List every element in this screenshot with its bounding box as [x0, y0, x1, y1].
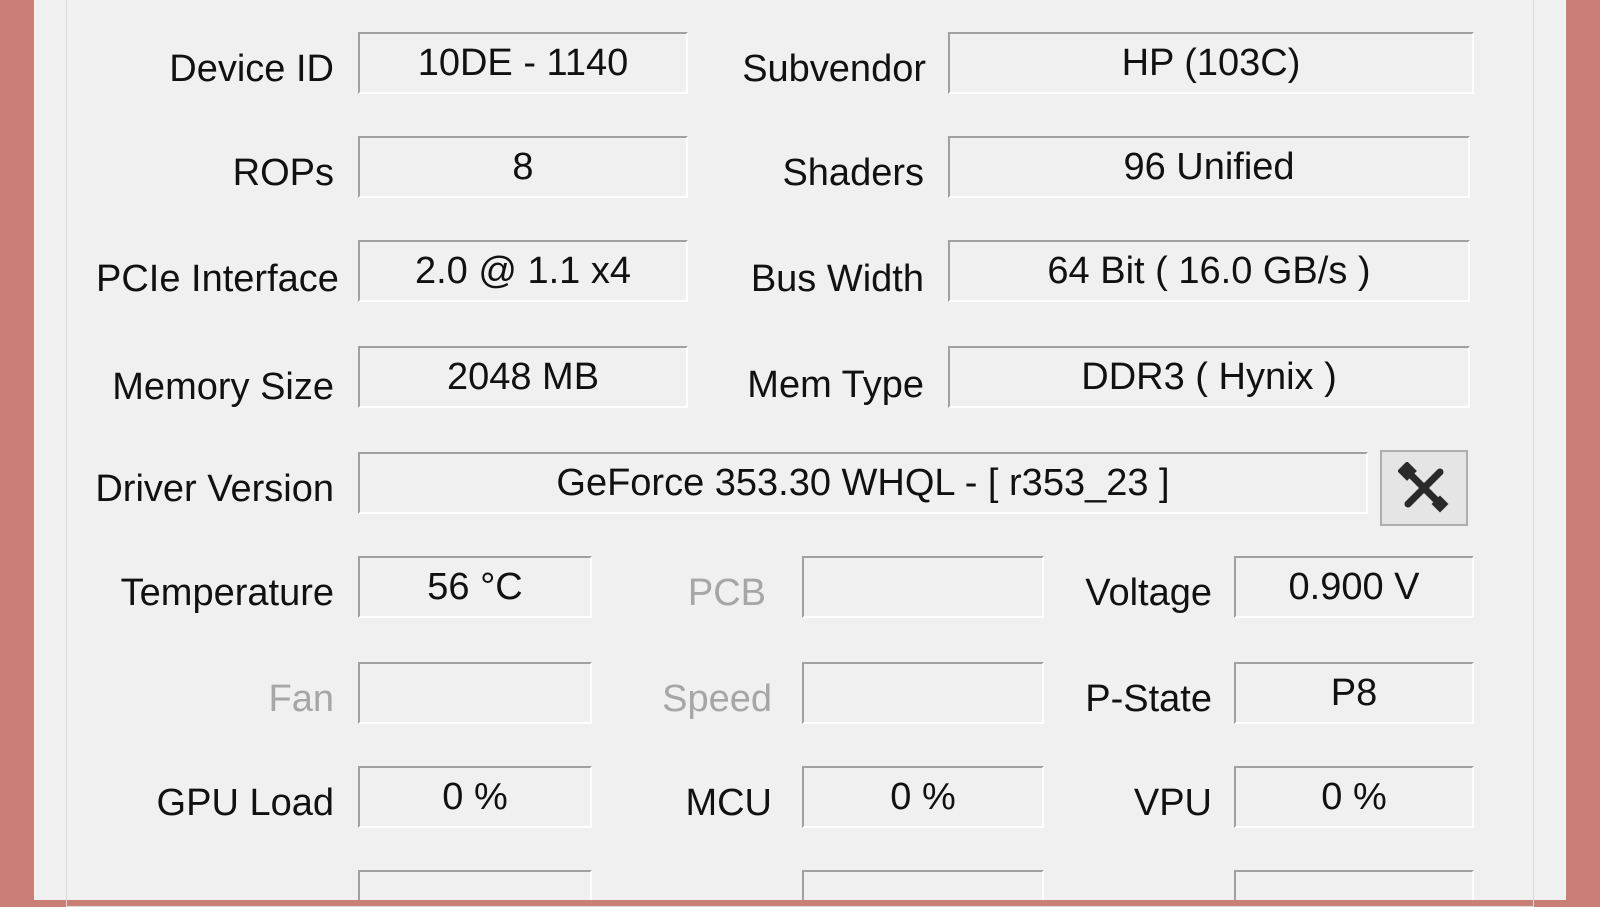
mcu-field[interactable]: 0 % — [802, 766, 1044, 828]
row9-field-left[interactable] — [358, 870, 592, 900]
driver-version-label: Driver Version — [95, 468, 334, 510]
fan-label: Fan — [268, 678, 334, 720]
wrench-screwdriver-icon — [1398, 462, 1449, 513]
subvendor-field[interactable]: HP (103C) — [948, 32, 1474, 94]
memory-size-field[interactable]: 2048 MB — [358, 346, 688, 408]
speed-field[interactable] — [802, 662, 1044, 724]
device-id-field[interactable]: 10DE - 1140 — [358, 32, 688, 94]
gpu-load-label: GPU Load — [156, 782, 334, 824]
pcie-interface-field[interactable]: 2.0 @ 1.1 x4 — [358, 240, 688, 302]
mem-type-label: Mem Type — [747, 364, 924, 406]
mem-type-field[interactable]: DDR3 ( Hynix ) — [948, 346, 1470, 408]
driver-version-field[interactable]: GeForce 353.30 WHQL - [ r353_23 ] — [358, 452, 1368, 514]
rops-field[interactable]: 8 — [358, 136, 688, 198]
pcb-label: PCB — [687, 572, 766, 614]
vpu-label: VPU — [1133, 782, 1212, 824]
memory-size-label: Memory Size — [112, 366, 334, 408]
p-state-field[interactable]: P8 — [1234, 662, 1474, 724]
temperature-field[interactable]: 56 °C — [358, 556, 592, 618]
voltage-field[interactable]: 0.900 V — [1234, 556, 1474, 618]
bus-width-field[interactable]: 64 Bit ( 16.0 GB/s ) — [948, 240, 1470, 302]
window-frame — [34, 0, 1566, 907]
vpu-field[interactable]: 0 % — [1234, 766, 1474, 828]
rops-label: ROPs — [232, 152, 334, 194]
row9-field-right[interactable] — [1234, 870, 1474, 900]
shaders-label: Shaders — [782, 152, 924, 194]
shaders-field[interactable]: 96 Unified — [948, 136, 1470, 198]
gpu-load-field[interactable]: 0 % — [358, 766, 592, 828]
bus-width-label: Bus Width — [750, 258, 924, 300]
pcie-interface-label: PCIe Interface — [96, 258, 339, 300]
pcb-field[interactable] — [802, 556, 1044, 618]
device-id-label: Device ID — [169, 48, 334, 90]
p-state-label: P-State — [1085, 678, 1212, 720]
temperature-label: Temperature — [120, 572, 334, 614]
mcu-label: MCU — [685, 782, 772, 824]
speed-label: Speed — [662, 678, 772, 720]
fan-field[interactable] — [358, 662, 592, 724]
row9-field-middle[interactable] — [802, 870, 1044, 900]
subvendor-label: Subvendor — [742, 48, 926, 90]
driver-tool-button[interactable] — [1380, 450, 1468, 526]
voltage-label: Voltage — [1085, 572, 1212, 614]
